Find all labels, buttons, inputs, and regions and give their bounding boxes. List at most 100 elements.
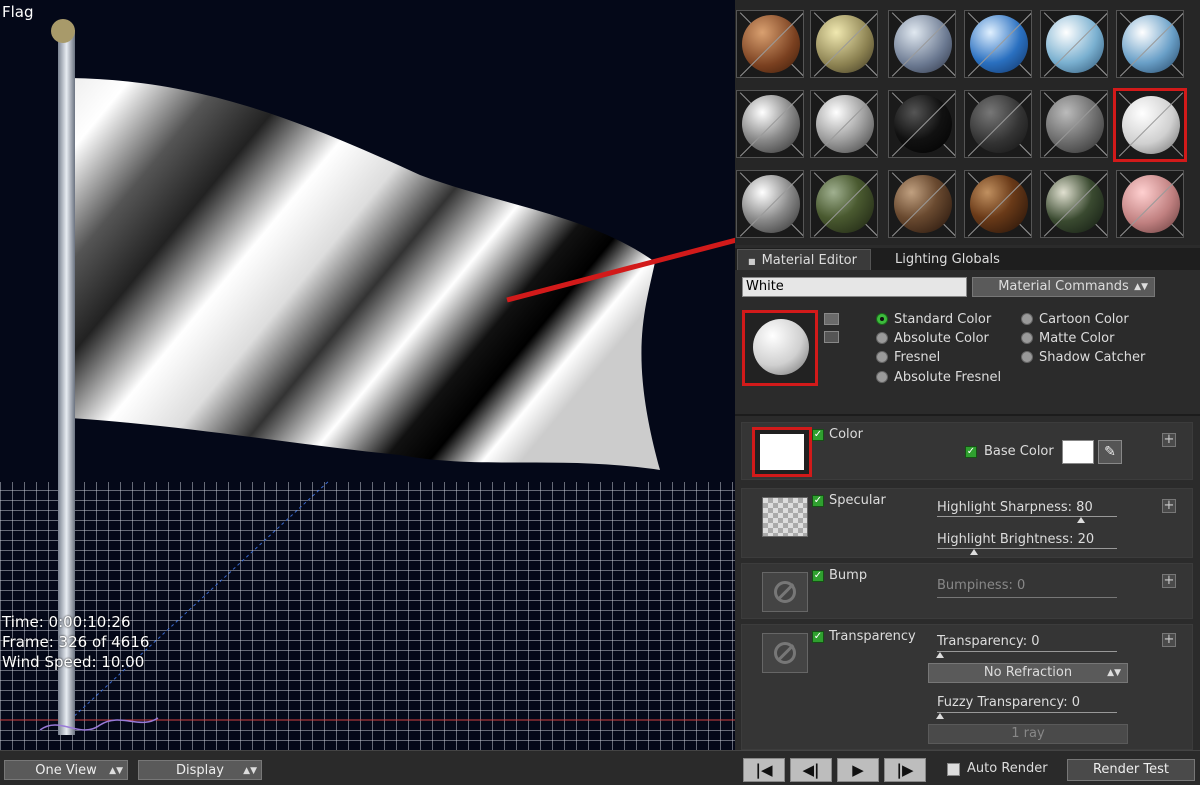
section-bump: ✓ Bump Bumpiness: 0 +: [741, 563, 1193, 619]
expand-plus-icon[interactable]: +: [1162, 433, 1176, 447]
dropdown-label: No Refraction: [983, 665, 1073, 680]
swatch-black-gloss[interactable]: [888, 90, 956, 158]
3d-viewport[interactable]: Flag Time: 0:00:10:26 Frame: 326 of 4616…: [0, 0, 735, 750]
tab-label: Material Editor: [761, 253, 857, 268]
dropdown-arrow-icon: ▲▼: [1107, 668, 1121, 678]
radio-label: Matte Color: [1039, 331, 1115, 346]
bump-texture-thumb[interactable]: [762, 572, 808, 612]
swatch-camo-green[interactable]: [810, 170, 878, 238]
tab-lighting-globals[interactable]: Lighting Globals: [885, 249, 1025, 270]
swatch-dark-grey[interactable]: [964, 90, 1032, 158]
radio-label: Shadow Catcher: [1039, 350, 1146, 365]
highlight-sharpness-slider[interactable]: [937, 516, 1117, 517]
swatch-silver[interactable]: [810, 90, 878, 158]
view-dropdown[interactable]: One View ▲▼: [4, 760, 128, 780]
swatch-white-selected[interactable]: [1113, 88, 1187, 162]
fuzzy-transparency-slider[interactable]: [937, 712, 1117, 713]
expand-plus-icon[interactable]: +: [1162, 574, 1176, 588]
base-color-well[interactable]: [1062, 440, 1094, 464]
expand-plus-icon[interactable]: +: [1162, 633, 1176, 647]
auto-render-checkbox[interactable]: [947, 763, 960, 776]
bumpiness-label: Bumpiness: 0: [937, 578, 1026, 593]
swatch-silver-dirty[interactable]: [736, 90, 804, 158]
transparency-label: Transparency: [829, 629, 916, 644]
swatch-camo-desert[interactable]: [888, 170, 956, 238]
material-commands-dropdown[interactable]: Material Commands ▲▼: [972, 277, 1155, 297]
slider-handle[interactable]: [936, 713, 944, 719]
step-forward-button[interactable]: |▶: [884, 758, 926, 782]
radio-icon: [876, 332, 888, 344]
swatch-ice[interactable]: [1040, 10, 1108, 78]
slider-handle[interactable]: [1077, 517, 1085, 523]
transparency-checkbox[interactable]: ✓: [812, 631, 824, 643]
swatch-chrome-blue[interactable]: [888, 10, 956, 78]
radio-icon: [1021, 313, 1033, 325]
swatch-metal-grey[interactable]: [736, 170, 804, 238]
swatch-pink[interactable]: [1116, 170, 1184, 238]
color-swatch: [760, 434, 804, 470]
radio-shadow-catcher[interactable]: Shadow Catcher: [1021, 349, 1145, 367]
rays-dropdown[interactable]: 1 ray: [928, 724, 1128, 744]
viewport-title: Flag: [2, 3, 34, 21]
render-test-button[interactable]: Render Test: [1067, 759, 1195, 781]
radio-matte-color[interactable]: Matte Color: [1021, 330, 1114, 348]
hud-wind: Wind Speed: 10.00: [2, 653, 145, 671]
hud-time: Time: 0:00:10:26: [2, 613, 131, 631]
specular-texture-thumb[interactable]: [762, 497, 808, 537]
radio-cartoon-color[interactable]: Cartoon Color: [1021, 311, 1129, 329]
color-swatch-frame[interactable]: [752, 427, 812, 477]
transparency-slider[interactable]: [937, 651, 1117, 652]
dropdown-label: 1 ray: [1011, 726, 1045, 741]
radio-label: Absolute Color: [894, 331, 989, 346]
eyedropper-icon[interactable]: ✎: [1098, 440, 1122, 464]
play-button[interactable]: ▶: [837, 758, 879, 782]
bumpiness-slider[interactable]: [937, 597, 1117, 598]
radio-absolute-color[interactable]: Absolute Color: [876, 330, 989, 348]
tab-label: Lighting Globals: [895, 252, 1000, 267]
material-preview[interactable]: [742, 310, 818, 386]
radio-icon: [1021, 332, 1033, 344]
color-checkbox[interactable]: ✓: [812, 429, 824, 441]
bump-checkbox[interactable]: ✓: [812, 570, 824, 582]
transparency-value-label: Transparency: 0: [937, 634, 1040, 649]
preview-list-icon[interactable]: [824, 331, 839, 343]
editor-tabs: ■ Material Editor Lighting Globals: [735, 248, 1200, 270]
specular-checkbox[interactable]: ✓: [812, 495, 824, 507]
radio-standard-color[interactable]: Standard Color: [876, 311, 991, 329]
swatch-wood[interactable]: [736, 10, 804, 78]
swatch-brass[interactable]: [810, 10, 878, 78]
display-dropdown[interactable]: Display ▲▼: [138, 760, 262, 780]
swatch-glass-blue[interactable]: [964, 10, 1032, 78]
view-label: One View: [35, 763, 97, 778]
section-transparency: ✓ Transparency Transparency: 0 No Refrac…: [741, 624, 1193, 750]
radio-absolute-fresnel[interactable]: Absolute Fresnel: [876, 369, 1001, 387]
highlight-sharpness-label: Highlight Sharpness: 80: [937, 500, 1093, 515]
swatch-grey[interactable]: [1040, 90, 1108, 158]
radio-icon: [1021, 351, 1033, 363]
swatch-water[interactable]: [1116, 10, 1184, 78]
radio-icon: [876, 351, 888, 363]
color-label: Color: [829, 427, 863, 442]
skip-back-button[interactable]: |◀: [743, 758, 785, 782]
slider-handle[interactable]: [936, 652, 944, 658]
flag-cloth: [70, 78, 660, 470]
dropdown-arrow-icon: ▲▼: [109, 766, 123, 776]
base-color-checkbox[interactable]: ✓: [965, 446, 977, 458]
swatch-camo-white[interactable]: [1040, 170, 1108, 238]
transparency-texture-thumb[interactable]: [762, 633, 808, 673]
bump-label: Bump: [829, 568, 868, 583]
radio-fresnel[interactable]: Fresnel: [876, 349, 940, 367]
highlight-brightness-slider[interactable]: [937, 548, 1117, 549]
hud-frame: Frame: 326 of 4616: [2, 633, 150, 651]
radio-label: Fresnel: [894, 350, 941, 365]
display-label: Display: [176, 763, 224, 778]
preview-sphere-icon[interactable]: [824, 313, 839, 325]
material-name-input[interactable]: White: [742, 277, 967, 297]
swatch-camo-brown[interactable]: [964, 170, 1032, 238]
tab-material-editor[interactable]: ■ Material Editor: [737, 249, 871, 270]
radio-label: Cartoon Color: [1039, 312, 1129, 327]
expand-plus-icon[interactable]: +: [1162, 499, 1176, 513]
step-back-button[interactable]: ◀|: [790, 758, 832, 782]
refraction-dropdown[interactable]: No Refraction ▲▼: [928, 663, 1128, 683]
slider-handle[interactable]: [970, 549, 978, 555]
